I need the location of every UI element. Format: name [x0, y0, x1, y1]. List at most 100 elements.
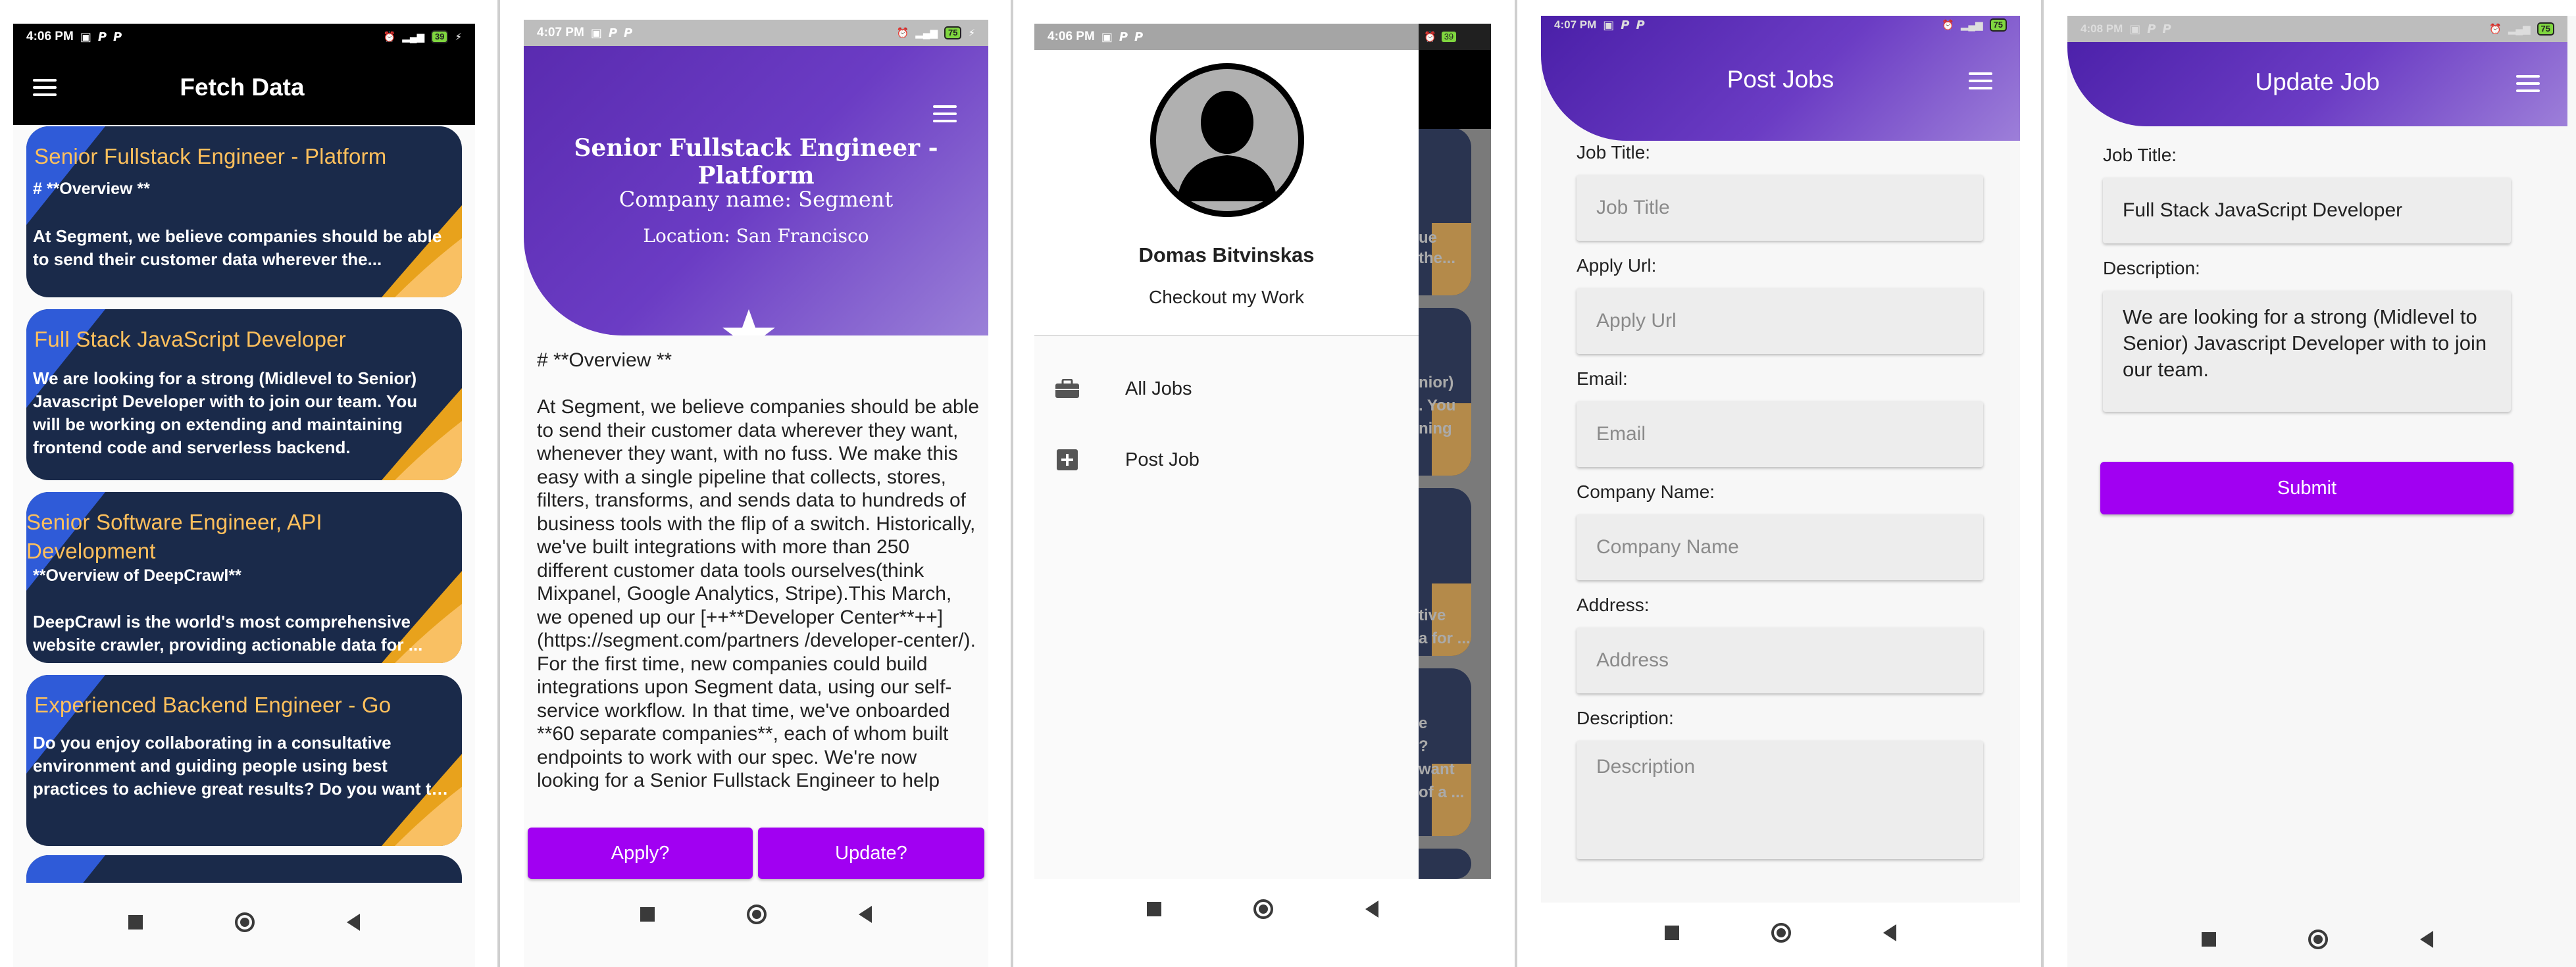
submit-button[interactable]: Submit: [2100, 462, 2513, 514]
portfolio-link[interactable]: Checkout my Work: [1034, 287, 1419, 308]
card-subtitle: **Overview of DeepCrawl**: [33, 566, 241, 585]
drawer-item-all-jobs[interactable]: All Jobs: [1034, 359, 1419, 418]
card-subtitle: # **Overview **: [33, 180, 150, 198]
drawer-item-label: All Jobs: [1125, 378, 1192, 399]
alarm-icon: ⏰: [2489, 24, 2502, 35]
p-notification-icon: 𝙋: [113, 30, 122, 43]
p-notification-icon: 𝙋: [1636, 18, 1645, 32]
job-card[interactable]: Experienced Backend Engineer - Go Do you…: [26, 675, 462, 846]
alarm-icon: ⏰: [1424, 32, 1436, 43]
page-header: 4:07 PM ▣ 𝙋 𝙋 ⏰ ▂▄▆ 75 Post Jobs: [1541, 16, 2020, 141]
job-card[interactable]: Full Stack JavaScript Developer We are l…: [26, 309, 462, 480]
p-notification-icon: 𝙋: [97, 30, 107, 43]
alarm-icon: ⏰: [383, 32, 396, 43]
company-name-input[interactable]: [1577, 514, 1983, 580]
status-time: 4:07 PM: [1554, 18, 1597, 31]
card-description: Do you enjoy collaborating in a consulta…: [33, 733, 442, 799]
card-title: Experienced Backend Engineer - Go: [34, 693, 391, 717]
job-detail-screen: 4:07 PM ▣ 𝙋 𝙋 ⏰ ▂▄▆ 75 ⚡ Senior Fullstac…: [524, 20, 988, 967]
app-notification-icon: ▣: [2129, 22, 2141, 36]
back-button[interactable]: [347, 914, 360, 931]
hamburger-menu-icon[interactable]: [33, 79, 57, 96]
battery-icon: 75: [944, 26, 962, 39]
recents-button[interactable]: [640, 907, 655, 922]
peek-text: ?: [1419, 737, 1428, 755]
p-notification-icon: 𝙋: [624, 26, 633, 39]
alarm-icon: ⏰: [1942, 20, 1954, 31]
description-input[interactable]: We are looking for a strong (Midlevel to…: [2103, 291, 2511, 412]
home-button[interactable]: [1771, 923, 1791, 943]
status-bar: 4:07 PM ▣ 𝙋 𝙋 ⏰ ▂▄▆ 75: [1541, 16, 2020, 34]
system-nav-bar: [1034, 889, 1491, 929]
battery-icon: 75: [1989, 18, 2007, 32]
peek-text: want: [1419, 760, 1455, 778]
address-input[interactable]: [1577, 628, 1983, 693]
hamburger-menu-icon[interactable]: [933, 105, 957, 122]
job-card-peek: tive a for ...: [1419, 488, 1471, 656]
status-bar: 4:06 PM ▣ 𝙋 𝙋: [1034, 24, 1419, 50]
screen-divider: [1515, 0, 1517, 967]
app-bar: Fetch Data: [13, 50, 475, 125]
add-box-icon: [1054, 448, 1080, 472]
company-name: Company name: Segment: [619, 187, 894, 212]
card-title: Senior Fullstack Engineer - Platform: [34, 144, 387, 168]
job-title-input[interactable]: [1577, 175, 1983, 241]
email-input[interactable]: [1577, 401, 1983, 467]
peek-text: the...: [1419, 249, 1456, 267]
job-title-label: Job Title:: [2103, 145, 2177, 165]
home-button[interactable]: [1253, 899, 1273, 919]
home-button[interactable]: [235, 912, 255, 932]
card-description: We are looking for a strong (Midlevel to…: [33, 368, 418, 457]
card-description: DeepCrawl is the world's most comprehens…: [33, 612, 423, 655]
back-button[interactable]: [2420, 931, 2433, 948]
page-title: Update Job: [2255, 68, 2380, 95]
peek-text: tive: [1419, 607, 1446, 624]
peek-text: ning: [1419, 420, 1452, 437]
charging-icon: ⚡: [968, 28, 975, 39]
page-title: Post Jobs: [1727, 66, 1834, 93]
description-input[interactable]: [1577, 741, 1983, 859]
system-nav-bar: [2067, 920, 2567, 959]
signal-icon: ▂▄▆: [2508, 24, 2531, 35]
job-card-peek: ue the...: [1419, 128, 1471, 295]
system-nav-bar: [1541, 913, 2020, 953]
app-notification-icon: ▣: [80, 30, 91, 43]
status-bar: 4:07 PM ▣ 𝙋 𝙋 ⏰ ▂▄▆ 75 ⚡: [524, 20, 988, 46]
recents-button[interactable]: [1147, 902, 1161, 916]
navigation-drawer-screen: ue the... nior) . You ning tive a for ..…: [1034, 24, 1491, 879]
peek-text: of a ...: [1419, 783, 1465, 801]
back-button[interactable]: [1365, 901, 1378, 918]
job-description: # **Overview ** At Segment, we believe c…: [537, 349, 980, 791]
update-button[interactable]: Update?: [758, 828, 984, 879]
hamburger-menu-icon[interactable]: [2516, 75, 2540, 92]
apply-button[interactable]: Apply?: [528, 828, 753, 879]
job-card-peek: nior) . You ning: [1419, 308, 1471, 476]
home-button[interactable]: [2308, 930, 2328, 949]
recents-button[interactable]: [2202, 932, 2216, 947]
description-label: Description:: [2103, 258, 2200, 278]
peek-text: a for ...: [1419, 630, 1471, 647]
status-time: 4:06 PM: [26, 30, 74, 43]
job-header: Senior Fullstack Engineer - Platform Com…: [524, 46, 988, 335]
apply-url-input[interactable]: [1577, 288, 1983, 354]
job-card[interactable]: Senior Software Engineer, API Developmen…: [26, 492, 462, 663]
drawer-item-post-job[interactable]: Post Job: [1034, 430, 1419, 489]
job-card[interactable]: Senior Fullstack Engineer - Platform # *…: [26, 126, 462, 297]
status-bar-right: ⏰ 39: [1419, 24, 1491, 50]
recents-button[interactable]: [128, 915, 143, 930]
back-button[interactable]: [859, 906, 872, 923]
system-nav-bar: [13, 903, 475, 942]
recents-button[interactable]: [1665, 926, 1679, 940]
star-icon: [722, 309, 775, 335]
back-button[interactable]: [1883, 924, 1896, 941]
app-notification-icon: ▣: [1603, 18, 1615, 32]
home-button[interactable]: [747, 905, 767, 924]
app-bar-peek: [1419, 50, 1491, 129]
hamburger-menu-icon[interactable]: [1969, 72, 1992, 89]
peek-text: . You: [1419, 397, 1456, 414]
p-notification-icon: 𝙋: [1119, 30, 1128, 43]
job-location: Location: San Francisco: [643, 225, 869, 247]
job-title-input[interactable]: [2103, 178, 2511, 243]
alarm-icon: ⏰: [896, 28, 909, 39]
user-name: Domas Bitvinskas: [1138, 243, 1315, 266]
